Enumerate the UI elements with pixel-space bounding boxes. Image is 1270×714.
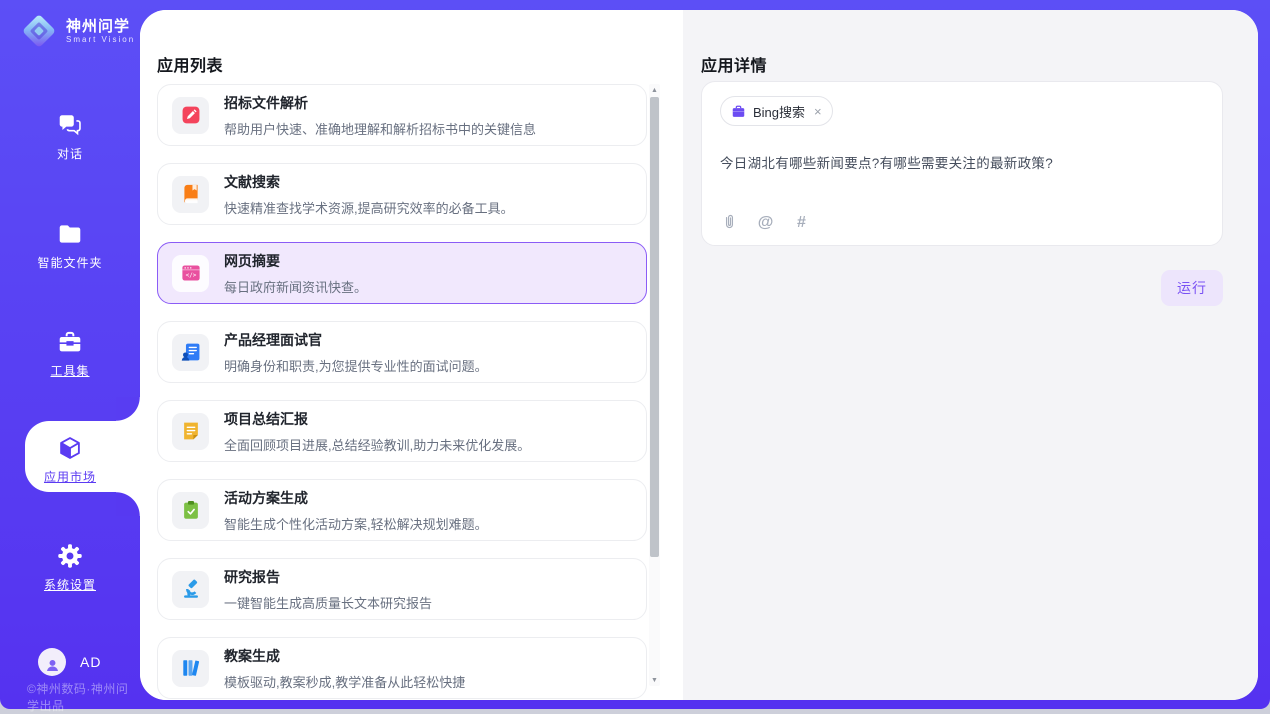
brand-diamond-icon <box>19 11 59 51</box>
run-button[interactable]: 运行 <box>1161 270 1223 306</box>
user-chip[interactable]: AD <box>38 648 101 676</box>
chip-close-icon[interactable]: × <box>814 104 822 119</box>
sidebar-item-label: 智能文件夹 <box>37 254 102 271</box>
run-row: 运行 <box>701 270 1223 306</box>
app-list-panel: 应用列表 招标文件解析 帮助用户快速、准确地理解和解析招标书中的关键信息 文献搜… <box>140 10 683 700</box>
folder-icon <box>57 221 83 247</box>
main-content: 应用列表 招标文件解析 帮助用户快速、准确地理解和解析招标书中的关键信息 文献搜… <box>140 10 1258 700</box>
gear-icon <box>57 543 83 569</box>
app-card-description: 帮助用户快速、准确地理解和解析招标书中的关键信息 <box>224 119 536 138</box>
sidebar-item-智能文件夹[interactable]: 智能文件夹 <box>0 221 140 271</box>
note-document-icon <box>172 413 209 450</box>
resume-person-icon <box>172 334 209 371</box>
app-card-文献搜索[interactable]: 文献搜索 快速精准查找学术资源,提高研究效率的必备工具。 <box>157 163 647 225</box>
scroll-up-icon[interactable]: ▲ <box>649 84 660 96</box>
app-card-description: 智能生成个性化活动方案,轻松解决规划难题。 <box>224 514 488 533</box>
app-card-title: 文献搜索 <box>224 172 514 192</box>
tool-chip-label: Bing搜索 <box>753 102 805 121</box>
clipboard-check-icon <box>172 492 209 529</box>
avatar-person-icon <box>44 654 61 671</box>
app-card-title: 教案生成 <box>224 646 465 666</box>
app-card-教案生成[interactable]: 教案生成 模板驱动,教案秒成,教学准备从此轻松快捷 <box>157 637 647 699</box>
sidebar-item-系统设置[interactable]: 系统设置 <box>0 543 140 593</box>
app-card-description: 每日政府新闻资讯快查。 <box>224 277 367 296</box>
at-icon[interactable]: @ <box>756 213 775 232</box>
toolbox-icon <box>57 329 83 355</box>
query-composer[interactable]: Bing搜索 × 今日湖北有哪些新闻要点?有哪些需要关注的最新政策? @# <box>701 81 1223 246</box>
composer-toolbar: @# <box>720 213 811 232</box>
app-card-description: 全面回顾项目进展,总结经验教训,助力未来优化发展。 <box>224 435 530 454</box>
user-initials: AD <box>80 654 101 670</box>
app-card-title: 项目总结汇报 <box>224 409 530 429</box>
app-detail-title: 应用详情 <box>701 52 767 76</box>
app-detail-panel: 应用详情 Bing搜索 × 今日湖北有哪些新闻要点?有哪些需要关注的最新政策? … <box>683 10 1258 700</box>
app-card-title: 活动方案生成 <box>224 488 488 508</box>
app-card-产品经理面试官[interactable]: 产品经理面试官 明确身份和职责,为您提供专业性的面试问题。 <box>157 321 647 383</box>
sidebar-item-label: 系统设置 <box>44 576 96 593</box>
scrollbar-thumb[interactable] <box>650 97 659 557</box>
app-card-title: 招标文件解析 <box>224 93 536 113</box>
app-card-description: 一键智能生成高质量长文本研究报告 <box>224 593 432 612</box>
cube-icon <box>57 435 83 461</box>
brand-logo: 神州问学 Smart Vision <box>19 11 135 51</box>
app-card-title: 网页摘要 <box>224 251 367 271</box>
copyright-text: ©神州数码·神州问学出品 <box>27 680 140 714</box>
scroll-down-icon[interactable]: ▼ <box>649 674 660 686</box>
brand-subtitle: Smart Vision <box>66 35 135 44</box>
app-card-招标文件解析[interactable]: 招标文件解析 帮助用户快速、准确地理解和解析招标书中的关键信息 <box>157 84 647 146</box>
sidebar-item-label: 工具集 <box>50 362 89 379</box>
app-card-活动方案生成[interactable]: 活动方案生成 智能生成个性化活动方案,轻松解决规划难题。 <box>157 479 647 541</box>
tool-chip-bing-search[interactable]: Bing搜索 × <box>720 96 833 126</box>
app-card-description: 快速精准查找学术资源,提高研究效率的必备工具。 <box>224 198 514 217</box>
books-icon <box>172 650 209 687</box>
app-card-description: 模板驱动,教案秒成,教学准备从此轻松快捷 <box>224 672 465 691</box>
edit-document-icon <box>172 97 209 134</box>
app-card-title: 产品经理面试官 <box>224 330 488 350</box>
sidebar-item-工具集[interactable]: 工具集 <box>0 329 140 379</box>
query-text[interactable]: 今日湖北有哪些新闻要点?有哪些需要关注的最新政策? <box>720 152 1204 172</box>
app-list: 招标文件解析 帮助用户快速、准确地理解和解析招标书中的关键信息 文献搜索 快速精… <box>157 84 647 700</box>
app-card-description: 明确身份和职责,为您提供专业性的面试问题。 <box>224 356 488 375</box>
avatar <box>38 648 66 676</box>
app-card-网页摘要[interactable]: </> 网页摘要 每日政府新闻资讯快查。 <box>157 242 647 304</box>
hash-icon[interactable]: # <box>792 213 811 232</box>
sidebar-item-label: 应用市场 <box>44 468 96 485</box>
sidebar-item-label: 对话 <box>57 145 83 162</box>
book-icon <box>172 176 209 213</box>
app-card-title: 研究报告 <box>224 567 432 587</box>
app-list-title: 应用列表 <box>157 52 223 76</box>
app-card-项目总结汇报[interactable]: 项目总结汇报 全面回顾项目进展,总结经验教训,助力未来优化发展。 <box>157 400 647 462</box>
chat-icon <box>57 112 83 138</box>
scrollbar[interactable]: ▲ ▼ <box>649 84 660 686</box>
briefcase-icon <box>731 104 746 119</box>
sidebar-item-对话[interactable]: 对话 <box>0 112 140 162</box>
sidebar: 神州问学 Smart Vision 对话 智能文件夹 工具集 应用市场 系统设置… <box>0 0 140 709</box>
sidebar-item-应用市场[interactable]: 应用市场 <box>0 435 140 485</box>
browser-code-icon: </> <box>172 255 209 292</box>
app-card-研究报告[interactable]: 研究报告 一键智能生成高质量长文本研究报告 <box>157 558 647 620</box>
brand-name: 神州问学 <box>66 18 135 35</box>
paperclip-icon[interactable] <box>720 213 739 232</box>
microscope-icon <box>172 571 209 608</box>
svg-text:</>: </> <box>185 272 196 279</box>
